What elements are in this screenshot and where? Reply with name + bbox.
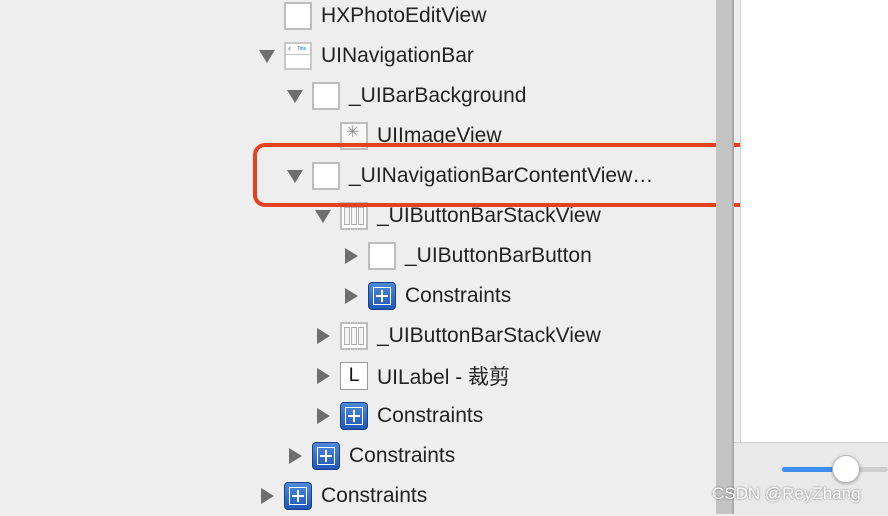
outline-label: _UIButtonBarStackView bbox=[377, 204, 601, 227]
outline-row-constraints[interactable]: Constraints bbox=[256, 476, 427, 516]
split-view-divider[interactable] bbox=[716, 0, 734, 514]
outline-label: UINavigationBar bbox=[321, 44, 474, 67]
disclosure-triangle-collapsed[interactable] bbox=[312, 325, 334, 347]
stack-view-icon bbox=[340, 322, 368, 350]
disclosure-triangle-collapsed[interactable] bbox=[340, 245, 362, 267]
slider-knob[interactable] bbox=[832, 455, 860, 483]
constraints-icon bbox=[284, 482, 312, 510]
outline-row-constraints[interactable]: Constraints bbox=[340, 276, 511, 316]
canvas-area bbox=[740, 0, 888, 442]
outline-row-constraints[interactable]: Constraints bbox=[284, 436, 455, 476]
outline-row-hxphotoeditview[interactable]: HXPhotoEditView bbox=[256, 0, 486, 36]
view-icon bbox=[284, 2, 312, 30]
watermark: CSDN @ReyZhang bbox=[712, 484, 861, 503]
outline-row-uibuttonbarstackview[interactable]: _UIButtonBarStackView bbox=[312, 316, 601, 356]
outline-label: UILabel - 裁剪 bbox=[377, 366, 511, 389]
bottom-toolbar bbox=[734, 442, 888, 515]
nav-back-chevron: ‹ bbox=[288, 43, 291, 53]
nav-title-text: Title bbox=[297, 46, 307, 52]
outline-label: _UIButtonBarStackView bbox=[377, 324, 601, 347]
outline-row-uilabel[interactable]: L UILabel - 裁剪 bbox=[312, 356, 510, 396]
constraints-icon bbox=[340, 402, 368, 430]
disclosure-triangle-collapsed[interactable] bbox=[312, 365, 334, 387]
highlight-annotation bbox=[253, 143, 821, 207]
view-icon bbox=[312, 82, 340, 110]
disclosure-triangle-collapsed[interactable] bbox=[284, 445, 306, 467]
disclosure-triangle-expanded[interactable] bbox=[256, 45, 278, 67]
outline-label: Constraints bbox=[377, 404, 484, 427]
disclosure-triangle-collapsed[interactable] bbox=[256, 485, 278, 507]
outline-label: HXPhotoEditView bbox=[321, 4, 487, 27]
view-icon bbox=[368, 242, 396, 270]
disclosure-triangle-expanded[interactable] bbox=[284, 85, 306, 107]
disclosure-triangle-collapsed[interactable] bbox=[340, 285, 362, 307]
outline-label: Constraints bbox=[405, 284, 512, 307]
disclosure-triangle-collapsed[interactable] bbox=[312, 405, 334, 427]
outline-row-uibarbackground[interactable]: _UIBarBackground bbox=[284, 76, 526, 116]
outline-row-uibuttonbarbutton[interactable]: _UIButtonBarButton bbox=[340, 236, 592, 276]
label-icon: L bbox=[340, 362, 368, 390]
outline-row-constraints[interactable]: Constraints bbox=[312, 396, 483, 436]
outline-row-uinavigationbar[interactable]: ‹ Title UINavigationBar bbox=[256, 36, 474, 76]
outline-label: Constraints bbox=[321, 484, 428, 507]
constraints-icon bbox=[368, 282, 396, 310]
constraints-icon bbox=[312, 442, 340, 470]
document-outline: HXPhotoEditView ‹ Title UINavigationBar … bbox=[0, 0, 716, 514]
outline-label: _UIBarBackground bbox=[349, 84, 527, 107]
disclosure-triangle-expanded[interactable] bbox=[312, 205, 334, 227]
outline-label: _UIButtonBarButton bbox=[405, 244, 592, 267]
navigation-bar-icon: ‹ Title bbox=[284, 42, 312, 70]
outline-label: Constraints bbox=[349, 444, 456, 467]
